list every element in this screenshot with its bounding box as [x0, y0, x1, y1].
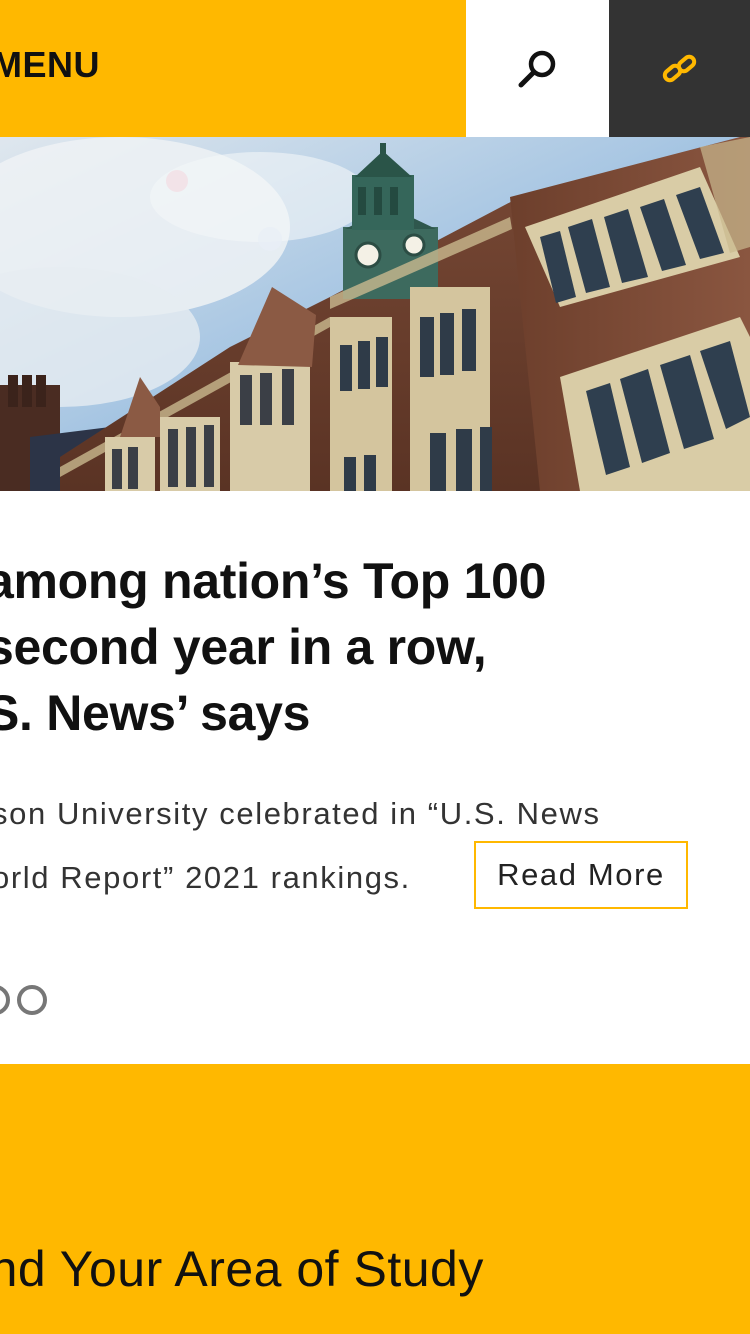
carousel-dots — [0, 980, 100, 1020]
menu-label: MENU — [0, 44, 100, 85]
read-more-button[interactable]: Read More — [474, 841, 688, 909]
link-icon — [662, 54, 696, 82]
menu-button[interactable]: MENU — [0, 0, 466, 137]
hero-image — [0, 137, 750, 491]
search-icon — [518, 50, 555, 87]
headline-line: S. News’ says — [0, 685, 311, 741]
carousel-dot[interactable] — [0, 985, 10, 1015]
area-of-study-title[interactable]: ind Your Area of Study — [0, 1240, 484, 1298]
search-button[interactable] — [466, 0, 609, 137]
headline-line: among nation’s Top 100 — [0, 553, 547, 609]
page: MENU among nation’s Top 100 second year … — [0, 0, 750, 1334]
summary-line: son University celebrated in “U.S. News — [0, 796, 601, 831]
quick-links-button[interactable] — [609, 0, 750, 137]
article-summary: son University celebrated in “U.S. News … — [0, 782, 750, 910]
carousel-dot[interactable] — [17, 985, 47, 1015]
headline-line: second year in a row, — [0, 619, 487, 675]
area-of-study-section: ind Your Area of Study — [0, 1064, 750, 1334]
site-header: MENU — [0, 0, 750, 137]
article-headline[interactable]: among nation’s Top 100 second year in a … — [0, 548, 750, 746]
